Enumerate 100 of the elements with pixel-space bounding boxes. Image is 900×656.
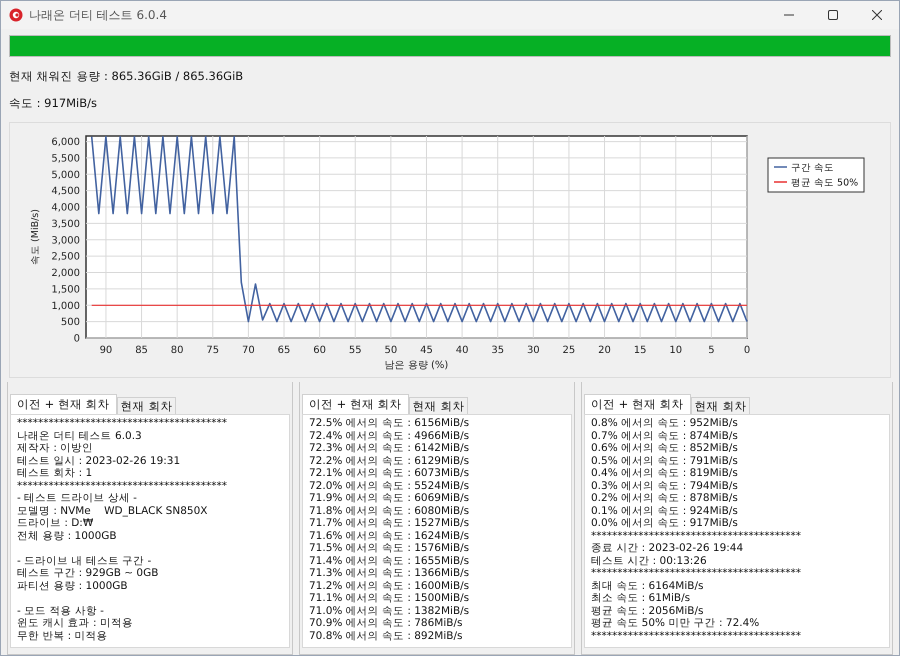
log-line: **************************************** xyxy=(17,480,228,492)
x-tick-label: 80 xyxy=(170,345,184,356)
log-line: 전체 용량 : 1000GB xyxy=(17,530,118,542)
log-line: 0.0% 에서의 속도 : 917MiB/s xyxy=(591,517,739,530)
log-line: **************************************** xyxy=(17,417,228,430)
status-text: 속도 : 917MiB/s xyxy=(9,96,98,111)
tab[interactable]: 현재 회차 xyxy=(408,397,468,414)
x-tick-label: 35 xyxy=(491,345,504,356)
log-line: 테스트 구간 : 929GB ~ 0GB xyxy=(17,567,160,580)
x-tick-label: 65 xyxy=(278,345,290,356)
log-line: 최소 속도 : 61MiB/s xyxy=(591,592,692,604)
x-tick-label: 60 xyxy=(313,345,326,356)
log-line: 테스트 일시 : 2023-02-26 19:31 xyxy=(17,454,182,467)
log-line: 테스트 시간 : 00:13:26 xyxy=(591,554,708,567)
x-tick-label: 55 xyxy=(348,345,362,356)
log-line: 무한 반복 : 미적용 xyxy=(17,630,109,642)
log-line: - 테스트 드라이브 상세 - xyxy=(17,492,138,504)
x-tick-label: 40 xyxy=(456,345,468,356)
legend-label: 평균 속도 50% xyxy=(791,178,858,188)
log-line: 71.5% 에서의 속도 : 1576MiB/s xyxy=(309,542,470,554)
tab[interactable]: 현재 회차 xyxy=(116,397,176,414)
y-tick-label: 3,000 xyxy=(51,235,80,246)
log-line: 0.5% 에서의 속도 : 791MiB/s xyxy=(591,454,739,467)
status-text: 현재 채워진 용량 : 865.36GiB / 865.36GiB xyxy=(9,69,244,84)
log-line: 72.3% 에서의 속도 : 6142MiB/s xyxy=(309,442,470,454)
tab[interactable]: 이전 + 현재 회차 xyxy=(584,394,691,414)
tab[interactable]: 이전 + 현재 회차 xyxy=(302,394,409,414)
log-line: 71.9% 에서의 속도 : 6069MiB/s xyxy=(309,492,470,504)
log-line: 72.4% 에서의 속도 : 4966MiB/s xyxy=(309,430,470,442)
log-line: 0.1% 에서의 속도 : 924MiB/s xyxy=(591,504,739,517)
x-tick-label: 90 xyxy=(100,345,112,356)
y-tick-label: 4,000 xyxy=(51,202,80,214)
log-line: - 모드 적용 사항 - xyxy=(17,604,105,617)
x-tick-label: 25 xyxy=(562,345,576,356)
y-tick-label: 6,000 xyxy=(51,137,80,148)
log-line: 71.1% 에서의 속도 : 1500MiB/s xyxy=(309,592,470,604)
log-line: 나래온 더티 테스트 6.0.3 xyxy=(17,430,143,442)
log-line: **************************************** xyxy=(591,630,802,642)
log-line: **************************************** xyxy=(591,530,802,542)
log-line: 72.2% 에서의 속도 : 6129MiB/s xyxy=(309,454,470,467)
log-line: 0.6% 에서의 속도 : 852MiB/s xyxy=(591,442,739,454)
log-line: **************************************** xyxy=(591,567,802,580)
log-line: 0.4% 에서의 속도 : 819MiB/s xyxy=(591,467,739,480)
log-line: - 드라이브 내 테스트 구간 - xyxy=(17,554,152,567)
y-tick-label: 1,000 xyxy=(51,300,80,312)
log-line: 72.1% 에서의 속도 : 6073MiB/s xyxy=(309,467,470,480)
x-tick-label: 50 xyxy=(384,345,398,356)
log-line: 0.7% 에서의 속도 : 874MiB/s xyxy=(591,430,739,442)
y-tick-label: 0 xyxy=(74,334,80,344)
log-line: 71.4% 에서의 속도 : 1655MiB/s xyxy=(309,554,470,567)
log-line: 72.5% 에서의 속도 : 6156MiB/s xyxy=(309,417,470,430)
legend-label: 구간 속도 xyxy=(791,162,834,174)
log-line: 71.2% 에서의 속도 : 1600MiB/s xyxy=(309,580,470,592)
log-line: 테스트 회차 : 1 xyxy=(17,467,94,480)
log-line: 71.0% 에서의 속도 : 1382MiB/s xyxy=(309,604,470,617)
x-tick-label: 10 xyxy=(669,345,682,356)
log-line: 71.8% 에서의 속도 : 6080MiB/s xyxy=(309,504,470,517)
tab[interactable]: 이전 + 현재 회차 xyxy=(10,394,117,414)
log-line: 평균 속도 50% 미만 구간 : 72.4% xyxy=(591,617,760,630)
app-logo-icon xyxy=(9,8,23,22)
y-tick-label: 2,000 xyxy=(51,268,80,280)
y-axis-title: 속도 (MiB/s) xyxy=(30,209,41,265)
log-line: 최대 속도 : 6164MiB/s xyxy=(591,580,704,592)
x-tick-label: 75 xyxy=(206,345,220,356)
log-line: 윈도 캐시 효과 : 미적용 xyxy=(17,617,134,630)
y-tick-label: 5,000 xyxy=(51,170,80,181)
log-line: 종료 시간 : 2023-02-26 19:44 xyxy=(591,542,744,554)
log-line: 70.9% 에서의 속도 : 786MiB/s xyxy=(309,617,464,630)
x-axis-title: 남은 용량 (%) xyxy=(384,360,448,371)
log-line: 0.3% 에서의 속도 : 794MiB/s xyxy=(591,480,739,492)
log-line: 제작자 : 이방인 xyxy=(17,442,94,454)
y-tick-label: 3,500 xyxy=(51,218,80,230)
maximize-icon xyxy=(828,10,838,20)
y-tick-label: 4,500 xyxy=(51,186,80,198)
log-line: 모델명 : NVMe WD_BLACK SN850X xyxy=(17,504,208,517)
x-tick-label: 5 xyxy=(708,345,715,356)
x-tick-label: 30 xyxy=(526,345,540,356)
y-tick-label: 5,500 xyxy=(51,153,80,164)
log-line: 0.2% 에서의 속도 : 878MiB/s xyxy=(591,492,739,504)
x-tick-label: 85 xyxy=(135,345,148,356)
window-title: 나래온 더티 테스트 6.0.4 xyxy=(29,6,168,24)
tab[interactable]: 현재 회차 xyxy=(690,397,750,414)
log-line: 0.8% 에서의 속도 : 952MiB/s xyxy=(591,417,739,430)
log-line: 71.6% 에서의 속도 : 1624MiB/s xyxy=(309,530,470,542)
log-line: 파티션 용량 : 1000GB xyxy=(17,580,129,592)
y-tick-label: 2,500 xyxy=(51,252,80,263)
x-tick-label: 70 xyxy=(242,345,255,356)
log-line: 70.8% 에서의 속도 : 892MiB/s xyxy=(309,630,464,642)
log-line: 드라이브 : D:₩ xyxy=(17,517,94,530)
log-line: 71.7% 에서의 속도 : 1527MiB/s xyxy=(309,517,470,530)
y-tick-label: 500 xyxy=(60,317,80,328)
log-line: 72.0% 에서의 속도 : 5524MiB/s xyxy=(309,480,470,492)
x-tick-label: 15 xyxy=(634,345,647,356)
x-tick-label: 20 xyxy=(598,345,611,356)
x-tick-label: 0 xyxy=(744,345,750,356)
log-line: 71.3% 에서의 속도 : 1366MiB/s xyxy=(309,567,470,580)
close-icon xyxy=(872,10,882,20)
log-line: 평균 속도 : 2056MiB/s xyxy=(591,604,704,617)
x-tick-label: 45 xyxy=(420,345,433,356)
y-tick-label: 1,500 xyxy=(51,284,80,296)
